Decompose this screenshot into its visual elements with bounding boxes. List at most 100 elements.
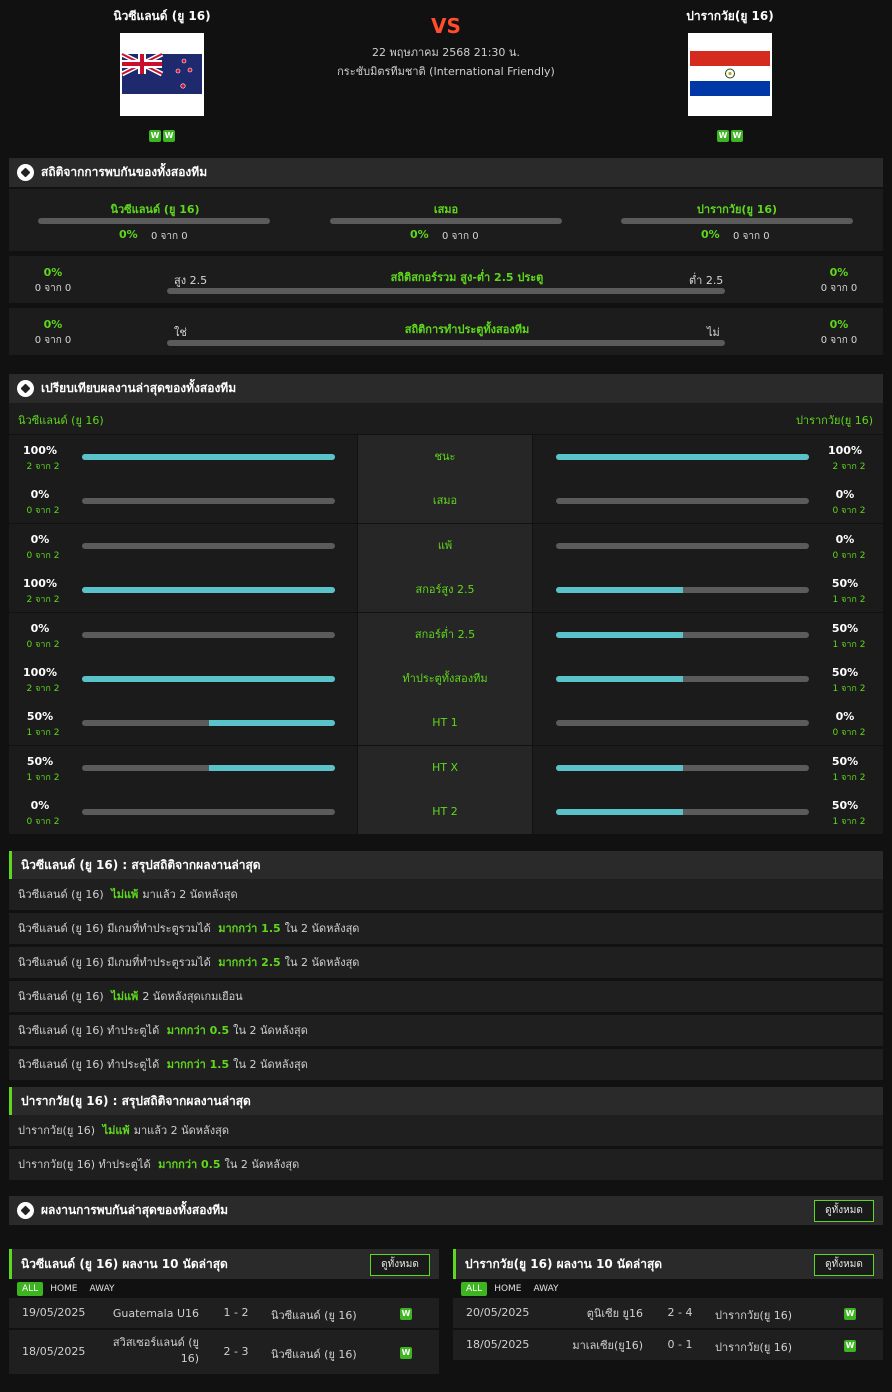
match-away-team[interactable]: นิวซีแลนด์ (ยู 16) xyxy=(271,1306,357,1324)
home-pct: 100% xyxy=(23,666,57,679)
paraguay-flag[interactable] xyxy=(688,33,772,116)
home-pct: 50% xyxy=(26,754,54,768)
h2h-draw-label: เสมอ xyxy=(433,203,459,216)
match-away-team[interactable]: นิวซีแลนด์ (ยู 16) xyxy=(271,1345,357,1363)
ou-right-label: ต่ำ 2.5 xyxy=(689,274,724,287)
away-last10-view-all-button[interactable]: ดูทั้งหมด xyxy=(814,1254,874,1276)
home-progress-bar xyxy=(82,676,335,682)
summary-row: ปารากวัย(ยู 16) ทำประตูได้ มากกว่า 0.5 ใน… xyxy=(9,1149,883,1180)
tab-away[interactable]: AWAY xyxy=(529,1282,564,1296)
h2h-home-of: 0 จาก 0 xyxy=(151,231,188,242)
btts-left-of: 0 จาก 0 xyxy=(34,335,72,346)
match-score: 2 - 4 xyxy=(667,1306,693,1319)
soccer-ball-icon xyxy=(17,380,34,397)
away-pct: 50% xyxy=(831,799,859,813)
compare-home-cell: 100% 2 จาก 2 xyxy=(9,568,357,613)
tab-all[interactable]: ALL xyxy=(461,1282,488,1296)
summary-row: นิวซีแลนด์ (ยู 16) มีเกมที่ทำประตูรวมได้… xyxy=(9,947,883,978)
home-pct: 0% xyxy=(30,621,50,635)
compare-home-cell: 100% 2 จาก 2 xyxy=(9,435,357,479)
compare-row: 0% 0 จาก 2 เสมอ 0% 0 จาก 2 xyxy=(9,479,883,524)
summary-team-text: นิวซีแลนด์ (ยู 16) xyxy=(18,888,104,901)
away-count: 1 จาก 2 xyxy=(832,684,866,694)
tab-home[interactable]: HOME xyxy=(45,1282,82,1296)
compare-metric-label: ชนะ xyxy=(358,435,532,479)
compare-metric-label: HT 1 xyxy=(358,701,532,746)
match-away-team[interactable]: ปารากวัย(ยู 16) xyxy=(715,1306,792,1324)
win-badge: W xyxy=(163,130,175,142)
away-count: 1 จาก 2 xyxy=(832,772,866,783)
tab-all[interactable]: ALL xyxy=(17,1282,44,1296)
away-progress-fill xyxy=(556,631,683,638)
h2h-home-bar xyxy=(38,218,270,224)
summary-row: นิวซีแลนด์ (ยู 16) มีเกมที่ทำประตูรวมได้… xyxy=(9,913,883,944)
ou-left-label: สูง 2.5 xyxy=(174,274,208,287)
away-pct: 0% xyxy=(835,488,855,502)
match-row[interactable]: 19/05/2025 Guatemala U16 1 - 2 นิวซีแลนด์ (… xyxy=(9,1298,439,1328)
match-row[interactable]: 20/05/2025 ตูนิเซีย ยู16 2 - 4 ปารากวัย(ยู … xyxy=(453,1298,883,1328)
h2h-away-label: ปารากวัย(ยู 16) xyxy=(696,203,778,216)
summary-row: นิวซีแลนด์ (ยู 16) ไม่แพ้ มาแล้ว 2 นัดหลั… xyxy=(9,879,883,910)
recent-h2h-view-all-button[interactable]: ดูทั้งหมด xyxy=(814,1200,874,1222)
btts-right-of: 0 จาก 0 xyxy=(820,335,858,346)
home-pct: 0% xyxy=(30,799,50,813)
away-progress-bar xyxy=(556,542,809,549)
match-home-team[interactable]: ตูนิเซีย ยู16 xyxy=(549,1306,643,1322)
summary-suffix: มาแล้ว 2 นัดหลังสุด xyxy=(142,888,238,901)
compare-metric-label: แพ้ xyxy=(358,523,532,568)
away-form-badges: WW xyxy=(688,128,772,142)
match-row[interactable]: 18/05/2025 มาเลเซีย(ยู16) 0 - 1 ปารากวัย(ยู… xyxy=(453,1330,883,1360)
match-score: 2 - 3 xyxy=(223,1345,249,1358)
summary-team-text: นิวซีแลนด์ (ยู 16) xyxy=(18,990,104,1003)
home-progress-bar xyxy=(82,631,335,638)
compare-row: 0% 0 จาก 2 HT 2 50% 1 จาก 2 xyxy=(9,790,883,835)
away-pct: 50% xyxy=(831,577,859,591)
home-count: 0 จาก 2 xyxy=(26,506,60,517)
home-progress-bar xyxy=(82,454,335,460)
summary-team-text: นิวซีแลนด์ (ยู 16) ทำประตูได้ xyxy=(18,1024,160,1037)
match-home-team[interactable]: Guatemala U16 xyxy=(105,1306,199,1322)
match-home-team[interactable]: สวิสเซอร์แลนด์ (ยู 16) xyxy=(105,1335,199,1367)
match-row[interactable]: 18/05/2025 สวิสเซอร์แลนด์ (ยู 16) 2 - 3 นิว… xyxy=(9,1330,439,1374)
home-last10-view-all-button[interactable]: ดูทั้งหมด xyxy=(370,1254,430,1276)
home-count: 0 จาก 2 xyxy=(26,639,60,650)
compare-row: 50% 1 จาก 2 HT X 50% 1 จาก 2 xyxy=(9,745,883,790)
away-team-name[interactable]: ปารากวัย(ยู 16) xyxy=(630,7,830,26)
compare-row: 50% 1 จาก 2 HT 1 0% 0 จาก 2 xyxy=(9,701,883,746)
home-progress-fill xyxy=(82,676,335,682)
tab-away[interactable]: AWAY xyxy=(85,1282,120,1296)
match-home-team[interactable]: มาเลเซีย(ยู16) xyxy=(549,1338,643,1354)
home-progress-fill xyxy=(208,764,335,771)
summary-suffix: ใน 2 นัดหลังสุด xyxy=(284,922,360,935)
compare-away-cell: 50% 1 จาก 2 xyxy=(533,612,883,657)
match-date: 20/05/2025 xyxy=(466,1306,530,1319)
summary-row: ปารากวัย(ยู 16) ไม่แพ้ มาแล้ว 2 นัดหลังสุ… xyxy=(9,1115,883,1146)
summary-row: นิวซีแลนด์ (ยู 16) ทำประตูได้ มากกว่า 0.… xyxy=(9,1015,883,1046)
tab-home[interactable]: HOME xyxy=(489,1282,526,1296)
away-progress-fill xyxy=(556,454,809,460)
compare-team-labels: นิวซีแลนด์ (ยู 16) ปารากวัย(ยู 16) xyxy=(9,403,883,434)
compare-away-cell: 0% 0 จาก 2 xyxy=(533,701,883,746)
recent-h2h-header: ผลงานการพบกันล่าสุดของทั้งสองทีม xyxy=(9,1196,883,1225)
h2h-result-panel: นิวซีแลนด์ (ยู 16) 0% 0 จาก 0 เสมอ 0% 0 … xyxy=(9,189,883,251)
compare-away-label[interactable]: ปารากวัย(ยู 16) xyxy=(796,411,873,429)
compare-away-cell: 50% 1 จาก 2 xyxy=(533,790,883,835)
compare-home-label[interactable]: นิวซีแลนด์ (ยู 16) xyxy=(18,411,104,429)
compare-row: 100% 2 จาก 2 สกอร์สูง 2.5 50% 1 จาก 2 xyxy=(9,568,883,613)
h2h-away-of: 0 จาก 0 xyxy=(733,231,770,242)
summary-team-text: นิวซีแลนด์ (ยู 16) มีเกมที่ทำประตูรวมได้ xyxy=(18,956,211,969)
home-progress-bar xyxy=(82,542,335,549)
ou-left-of: 0 จาก 0 xyxy=(34,283,72,294)
win-badge: W xyxy=(844,1340,856,1352)
home-count: 0 จาก 2 xyxy=(26,817,60,828)
win-badge: W xyxy=(717,130,729,142)
match-away-team[interactable]: ปารากวัย(ยู 16) xyxy=(715,1338,792,1356)
compare-home-cell: 50% 1 จาก 2 xyxy=(9,745,357,790)
compare-metric-label: สกอร์สูง 2.5 xyxy=(358,568,532,613)
compare-metric-label: HT X xyxy=(358,745,532,790)
summary-highlight: ไม่แพ้ xyxy=(102,1124,130,1137)
compare-away-cell: 50% 1 จาก 2 xyxy=(533,745,883,790)
home-form-badges: WW xyxy=(120,128,204,142)
compare-home-cell: 0% 0 จาก 2 xyxy=(9,790,357,835)
h2h-stats-header: สถิติจากการพบกันของทั้งสองทีม xyxy=(9,158,883,187)
